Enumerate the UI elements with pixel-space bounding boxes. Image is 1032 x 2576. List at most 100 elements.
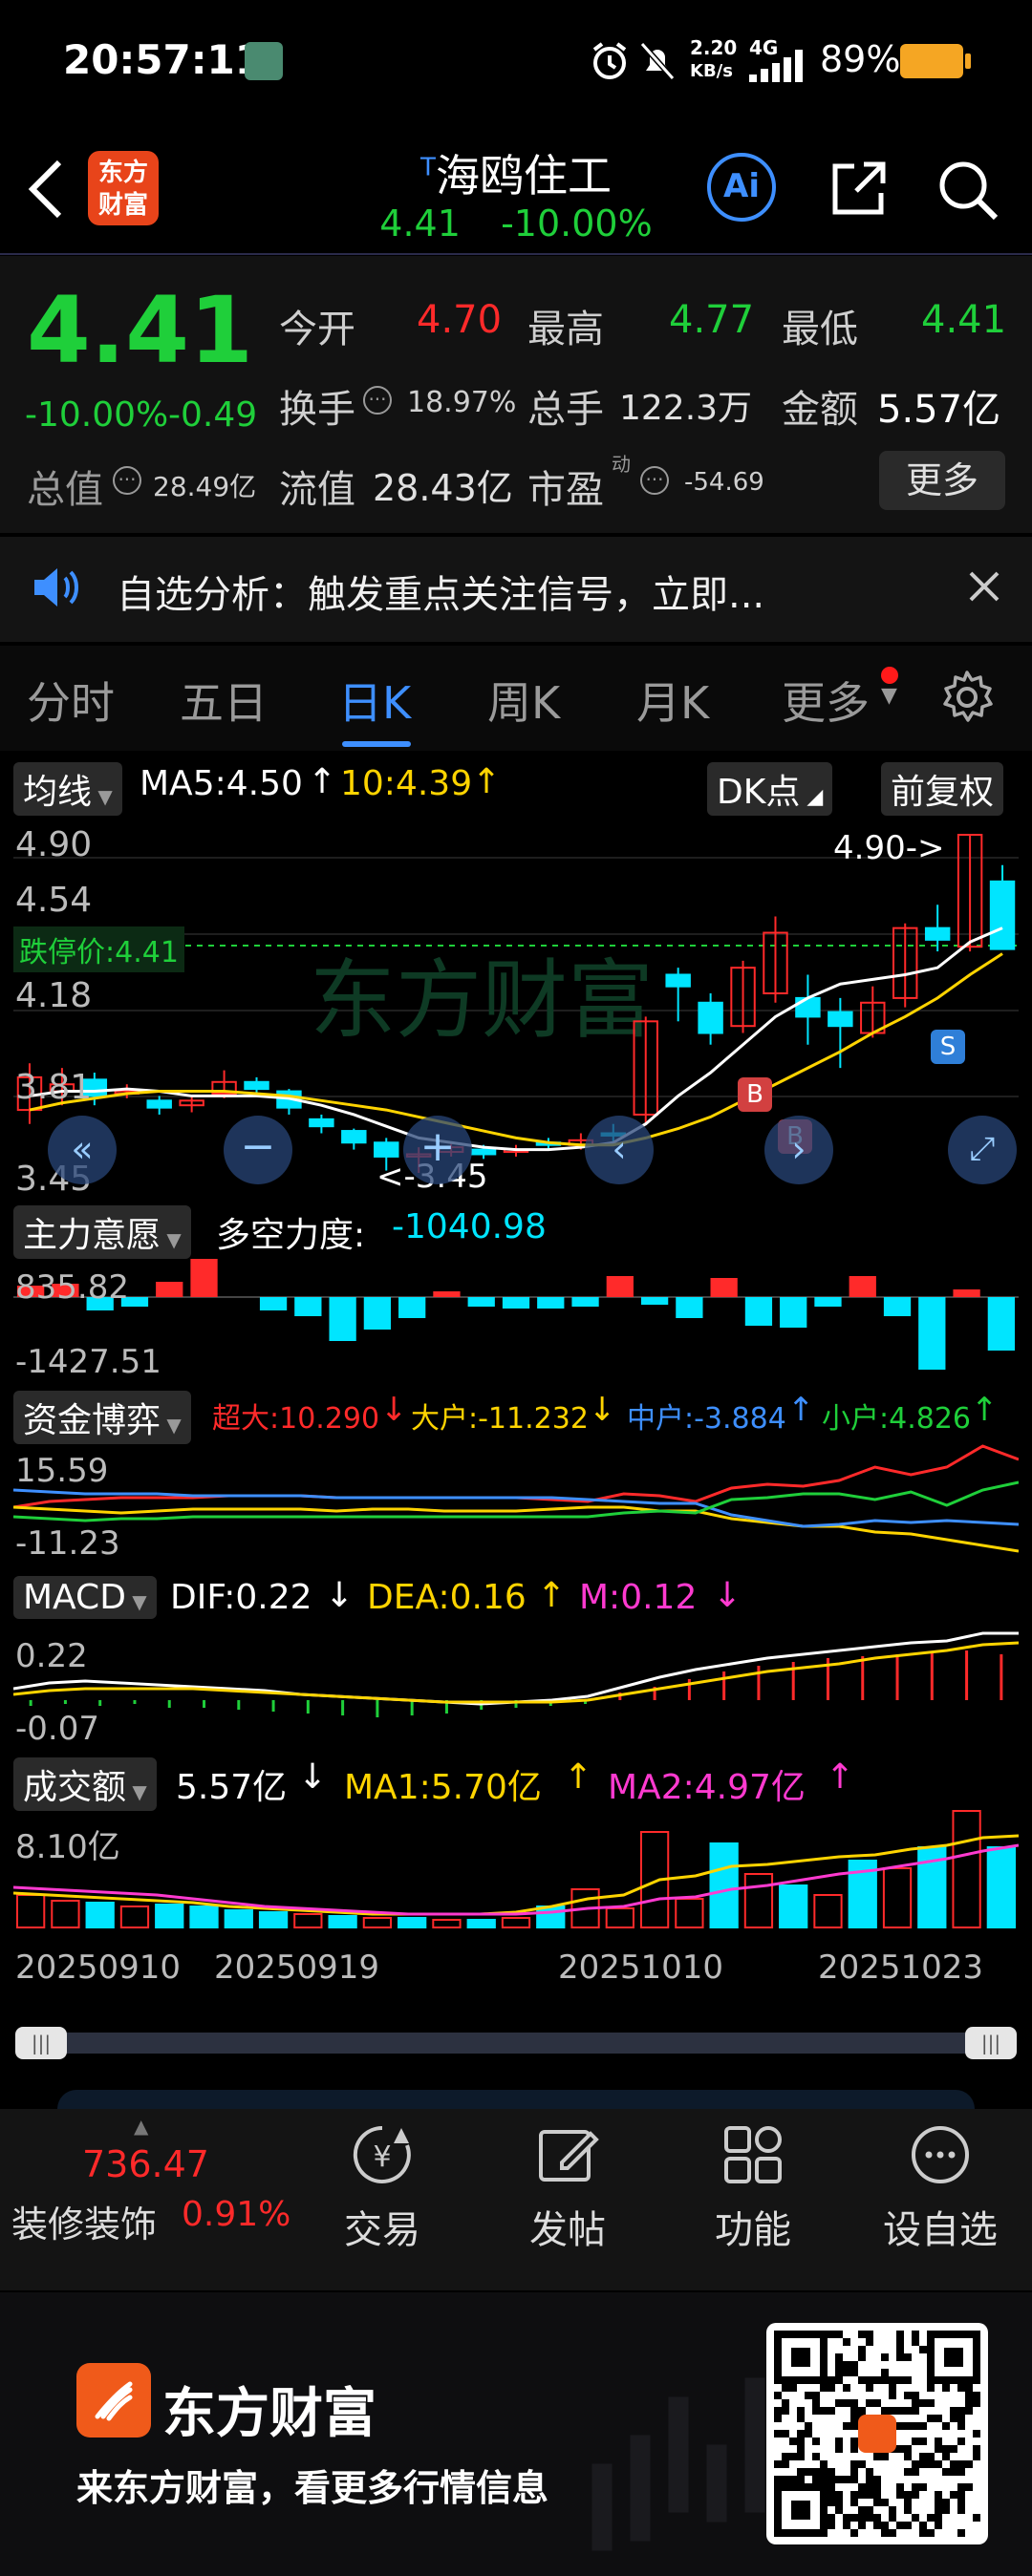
zoom-in-button[interactable]: +	[403, 1116, 472, 1184]
qr-module	[782, 2430, 789, 2438]
main-force-selector[interactable]: 主力意愿 ▼	[13, 1205, 191, 1259]
qr-module	[873, 2376, 881, 2384]
dk-button[interactable]: DK点 ◢	[707, 762, 833, 816]
qr-module	[828, 2407, 835, 2415]
qr-module	[927, 2399, 935, 2407]
qr-module	[812, 2407, 820, 2415]
post-icon[interactable]	[535, 2122, 600, 2187]
fullscreen-button[interactable]: ⤢	[948, 1116, 1017, 1184]
tab-more[interactable]: 更多	[782, 669, 870, 732]
qr-module	[973, 2399, 980, 2407]
more-button[interactable]: 更多	[879, 451, 1005, 510]
nav-post[interactable]: 发帖	[510, 2199, 625, 2254]
qr-module	[866, 2399, 873, 2407]
qr-module	[873, 2399, 881, 2407]
promo-logo-mark	[95, 2381, 133, 2421]
fund-mid-arrow: ↑	[787, 1391, 815, 1429]
qr-module	[919, 2522, 927, 2529]
qr-module	[812, 2438, 820, 2445]
buy-signal-1[interactable]: B	[738, 1077, 772, 1112]
settings-gear-icon[interactable]	[938, 669, 996, 726]
kline-chart[interactable]: 东方财富	[13, 820, 1019, 1192]
qr-module	[820, 2468, 828, 2476]
share-icon[interactable]	[828, 159, 889, 220]
volume-value: 122.3万	[619, 389, 753, 428]
qr-module	[828, 2376, 835, 2384]
volume-chart[interactable]	[13, 1807, 1019, 1931]
qr-module	[789, 2476, 797, 2483]
fq-button[interactable]: 前复权	[881, 762, 1004, 816]
battery-icon	[900, 44, 971, 78]
qr-code[interactable]	[766, 2323, 988, 2544]
nav-add-watchlist[interactable]: 设自选	[873, 2199, 1007, 2254]
qr-module	[965, 2460, 973, 2468]
notification-dot	[881, 667, 898, 684]
sell-signal[interactable]: S	[931, 1030, 965, 1064]
cursor-left-button[interactable]: ‹	[585, 1116, 654, 1184]
tab-rik[interactable]: 日K	[338, 669, 411, 732]
tab-fenshi[interactable]: 分时	[27, 669, 115, 732]
title-prefix: T	[420, 153, 436, 182]
qr-module	[942, 2468, 950, 2476]
qr-module	[904, 2522, 912, 2529]
qr-module	[774, 2460, 782, 2468]
fg-y-top: 15.59	[15, 1452, 109, 1490]
ai-button[interactable]: Ai	[707, 153, 776, 222]
fund-game-chart[interactable]	[13, 1440, 1019, 1565]
qr-module	[896, 2353, 904, 2361]
tab-zhouk[interactable]: 周K	[487, 669, 560, 732]
ma-selector[interactable]: 均线 ▼	[13, 762, 122, 816]
qr-module	[835, 2361, 843, 2369]
main-force-metric: 多空力度:	[216, 1216, 366, 1255]
y-label-max: 4.90	[15, 825, 93, 864]
qr-module	[866, 2331, 873, 2338]
qr-module	[942, 2445, 950, 2453]
net-speed: 2.20	[690, 36, 738, 59]
search-icon[interactable]	[936, 159, 1000, 222]
macd-selector[interactable]: MACD ▼	[13, 1576, 157, 1619]
qr-module	[973, 2392, 980, 2399]
qr-module	[866, 2476, 873, 2483]
qr-module	[820, 2407, 828, 2415]
functions-icon[interactable]	[720, 2122, 785, 2187]
qr-module	[789, 2384, 797, 2392]
range-handle-right[interactable]: |||	[965, 2027, 1017, 2059]
fund-game-selector[interactable]: 资金博弈 ▼	[13, 1391, 191, 1444]
macd-chart[interactable]	[13, 1626, 1019, 1750]
qr-module	[904, 2353, 912, 2361]
turnover-info-icon[interactable]: ···	[363, 386, 392, 415]
fund-line	[13, 1488, 1019, 1528]
qr-module	[812, 2399, 820, 2407]
range-scrollbar[interactable]	[15, 2033, 1017, 2054]
sector-index-value[interactable]: 736.47	[82, 2143, 209, 2185]
qr-module	[850, 2369, 858, 2376]
fund-super-arrow: ↓	[380, 1391, 408, 1429]
qr-module	[935, 2491, 942, 2499]
expand-caret[interactable]: ▲	[134, 2115, 148, 2138]
pe-superscript: 动	[612, 453, 631, 476]
zoom-out-button[interactable]: −	[224, 1116, 292, 1184]
qr-module	[850, 2407, 858, 2415]
qr-module	[828, 2491, 835, 2499]
cursor-right-button[interactable]: ›	[764, 1116, 833, 1184]
range-handle-left[interactable]: |||	[15, 2027, 67, 2059]
trade-icon[interactable]: ¥	[348, 2122, 417, 2187]
volume-bar	[432, 1919, 462, 1928]
pe-info-icon[interactable]: ···	[640, 466, 669, 495]
sector-name[interactable]: 装修装饰	[11, 2195, 157, 2247]
nav-trade[interactable]: 交易	[325, 2199, 440, 2254]
add-watchlist-icon[interactable]	[908, 2122, 973, 2187]
fund-big-arrow: ↓	[589, 1391, 616, 1429]
nav-functions[interactable]: 功能	[696, 2199, 810, 2254]
tab-wuri[interactable]: 五日	[180, 669, 268, 732]
volume-selector[interactable]: 成交额 ▼	[13, 1757, 157, 1811]
main-force-chart[interactable]	[13, 1259, 1019, 1383]
qr-module	[850, 2422, 858, 2430]
qr-module	[828, 2476, 835, 2483]
close-icon[interactable]	[967, 569, 1001, 604]
qr-module	[942, 2499, 950, 2506]
qr-module	[935, 2460, 942, 2468]
scroll-left-button[interactable]: «	[48, 1116, 117, 1184]
info-icon[interactable]: ···	[113, 466, 141, 495]
tab-yuek[interactable]: 月K	[636, 669, 709, 732]
